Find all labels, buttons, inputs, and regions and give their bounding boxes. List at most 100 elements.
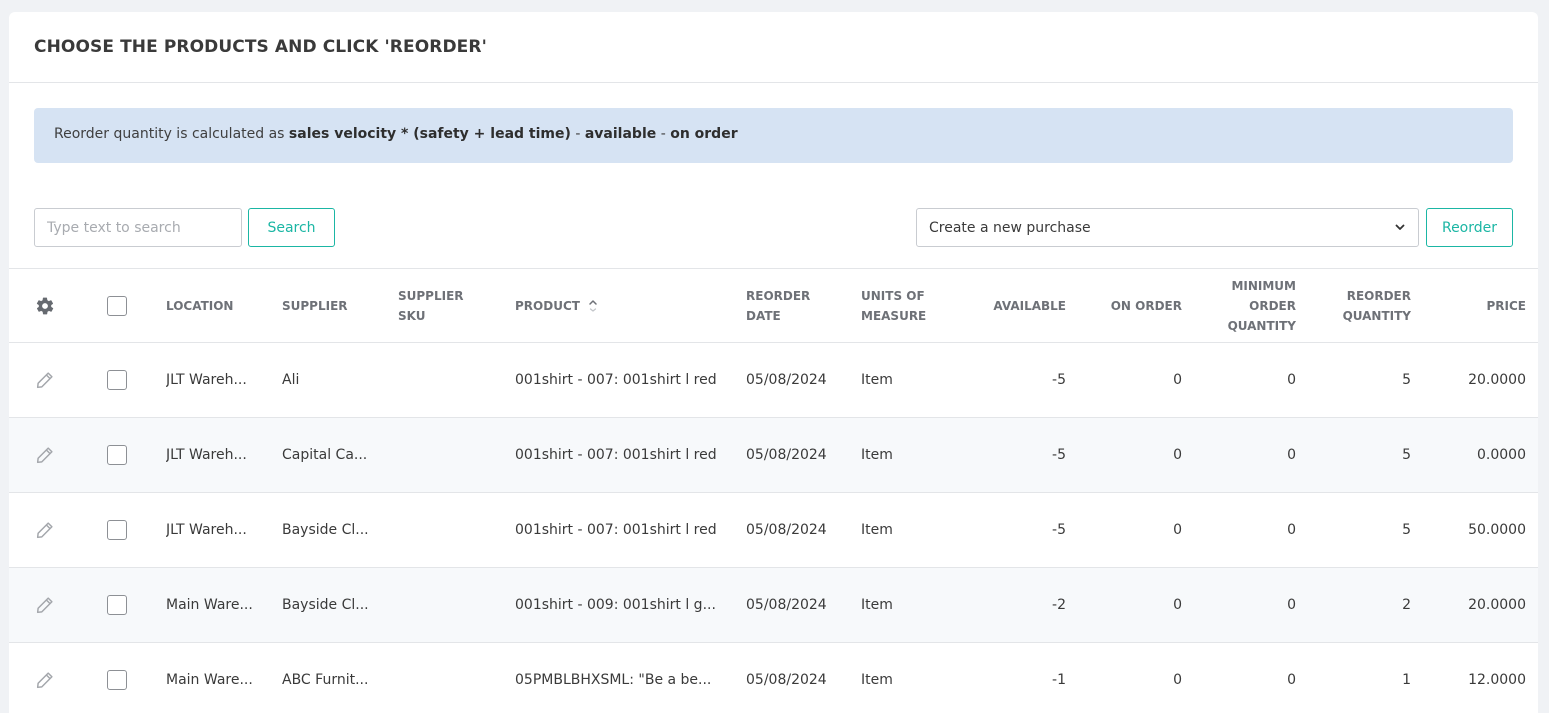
edit-row-button[interactable]	[34, 418, 56, 492]
cell-reorder-qty: 5	[1402, 522, 1411, 538]
card-header: CHOOSE THE PRODUCTS AND CLICK 'REORDER'	[9, 12, 1538, 83]
cell-reorder-qty: 5	[1402, 447, 1411, 463]
table-row: JLT Wareh... Ali 001shirt - 007: 001shir…	[9, 343, 1538, 418]
row-checkbox[interactable]	[107, 643, 127, 713]
cell-available: -5	[1052, 522, 1066, 538]
table-header-row: LOCATION SUPPLIER SUPPLIER SKU PRODUCT RE…	[9, 269, 1538, 343]
cell-price: 0.0000	[1477, 447, 1526, 463]
info-separator: -	[570, 126, 585, 142]
row-checkbox[interactable]	[107, 418, 127, 492]
checkbox[interactable]	[107, 445, 127, 465]
column-header-on-order[interactable]: ON ORDER	[1082, 269, 1182, 342]
row-checkbox[interactable]	[107, 343, 127, 417]
column-header-supplier[interactable]: SUPPLIER	[282, 269, 348, 342]
cell-supplier: Capital Ca...	[282, 447, 368, 463]
select-all-checkbox[interactable]	[107, 269, 127, 342]
cell-on-order: 0	[1173, 522, 1182, 538]
cell-reorder-date: 05/08/2024	[746, 672, 827, 688]
cell-supplier: ABC Furnit...	[282, 672, 369, 688]
reorder-table: LOCATION SUPPLIER SUPPLIER SKU PRODUCT RE…	[9, 268, 1538, 713]
cell-product: 001shirt - 007: 001shirt l red	[515, 372, 717, 388]
cell-reorder-date: 05/08/2024	[746, 372, 827, 388]
cell-units: Item	[861, 597, 893, 613]
cell-reorder-qty: 2	[1402, 597, 1411, 613]
edit-row-button[interactable]	[34, 568, 56, 642]
cell-supplier-sku	[398, 343, 508, 417]
cell-available: -2	[1052, 597, 1066, 613]
row-checkbox[interactable]	[107, 493, 127, 567]
cell-supplier-sku	[398, 493, 508, 567]
pencil-icon	[36, 447, 53, 464]
cell-supplier: Bayside Cl...	[282, 522, 369, 538]
gear-icon	[36, 297, 54, 314]
cell-available: -1	[1052, 672, 1066, 688]
cell-units: Item	[861, 522, 893, 538]
column-header-supplier-sku[interactable]: SUPPLIER SKU	[398, 269, 464, 342]
cell-product: 001shirt - 007: 001shirt l red	[515, 447, 717, 463]
checkbox[interactable]	[107, 295, 127, 316]
purchase-select[interactable]: Create a new purchase	[916, 208, 1419, 247]
cell-min-qty: 0	[1287, 522, 1296, 538]
column-header-available[interactable]: AVAILABLE	[966, 269, 1066, 342]
cell-reorder-qty: 1	[1402, 672, 1411, 688]
cell-available: -5	[1052, 372, 1066, 388]
purchase-select-value: Create a new purchase	[929, 220, 1091, 236]
cell-on-order: 0	[1173, 372, 1182, 388]
sort-icon[interactable]	[588, 299, 598, 313]
table-row: Main Ware... ABC Furnit... 05PMBLBHXSML:…	[9, 643, 1538, 713]
cell-available: -5	[1052, 447, 1066, 463]
info-separator: -	[656, 126, 671, 142]
info-formula-available: available	[584, 126, 657, 142]
info-banner: Reorder quantity is calculated as sales …	[34, 108, 1513, 163]
cell-units: Item	[861, 672, 893, 688]
checkbox[interactable]	[107, 370, 127, 390]
column-header-reorder-date[interactable]: REORDER DATE	[746, 269, 810, 342]
edit-row-button[interactable]	[34, 493, 56, 567]
cell-price: 20.0000	[1468, 597, 1526, 613]
cell-location: Main Ware...	[166, 672, 253, 688]
info-formula-on-order: on order	[670, 126, 738, 142]
cell-price: 20.0000	[1468, 372, 1526, 388]
cell-product: 001shirt - 007: 001shirt l red	[515, 522, 717, 538]
cell-on-order: 0	[1173, 672, 1182, 688]
page-title: CHOOSE THE PRODUCTS AND CLICK 'REORDER'	[34, 37, 487, 57]
chevron-down-icon	[1395, 224, 1405, 230]
table-row: JLT Wareh... Capital Ca... 001shirt - 00…	[9, 418, 1538, 493]
cell-price: 50.0000	[1468, 522, 1526, 538]
edit-row-button[interactable]	[34, 343, 56, 417]
column-header-product[interactable]: PRODUCT	[515, 269, 598, 342]
reorder-card: CHOOSE THE PRODUCTS AND CLICK 'REORDER' …	[9, 12, 1538, 713]
cell-units: Item	[861, 447, 893, 463]
column-header-min-qty[interactable]: MINIMUM ORDER QUANTITY	[1196, 269, 1296, 342]
column-header-reorder-qty[interactable]: REORDER QUANTITY	[1311, 269, 1411, 342]
pencil-icon	[36, 597, 53, 614]
cell-location: JLT Wareh...	[166, 447, 247, 463]
pencil-icon	[36, 372, 53, 389]
row-checkbox[interactable]	[107, 568, 127, 642]
cell-reorder-qty: 5	[1402, 372, 1411, 388]
checkbox[interactable]	[107, 670, 127, 690]
table-row: Main Ware... Bayside Cl... 001shirt - 00…	[9, 568, 1538, 643]
edit-row-button[interactable]	[34, 643, 56, 713]
cell-location: JLT Wareh...	[166, 372, 247, 388]
cell-units: Item	[861, 372, 893, 388]
column-header-price[interactable]: PRICE	[1426, 269, 1526, 342]
column-header-location[interactable]: LOCATION	[166, 269, 233, 342]
cell-min-qty: 0	[1287, 597, 1296, 613]
cell-supplier-sku	[398, 643, 508, 713]
table-settings-button[interactable]	[35, 269, 55, 342]
cell-product: 001shirt - 009: 001shirt l g...	[515, 597, 716, 613]
checkbox[interactable]	[107, 520, 127, 540]
reorder-button[interactable]: Reorder	[1426, 208, 1513, 247]
cell-min-qty: 0	[1287, 672, 1296, 688]
table-body: JLT Wareh... Ali 001shirt - 007: 001shir…	[9, 343, 1538, 713]
cell-supplier: Bayside Cl...	[282, 597, 369, 613]
search-input[interactable]	[34, 208, 242, 247]
search-button[interactable]: Search	[248, 208, 335, 247]
checkbox[interactable]	[107, 595, 127, 615]
info-formula-velocity: sales velocity * (safety + lead time)	[288, 126, 571, 142]
cell-on-order: 0	[1173, 597, 1182, 613]
cell-reorder-date: 05/08/2024	[746, 522, 827, 538]
column-header-units[interactable]: UNITS OF MEASURE	[861, 269, 926, 342]
info-prefix: Reorder quantity is calculated as	[54, 126, 289, 142]
